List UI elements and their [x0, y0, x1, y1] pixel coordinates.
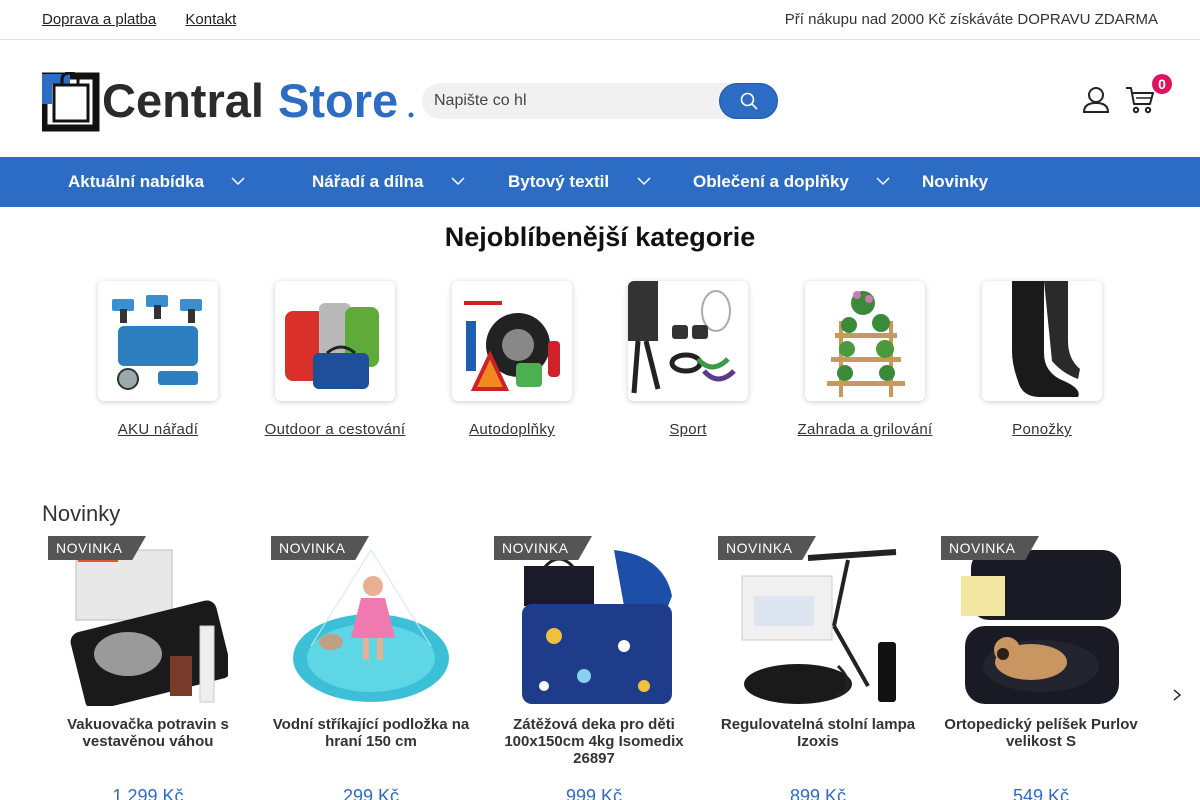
- category-card[interactable]: Autodoplňky: [432, 281, 592, 438]
- cart-icon[interactable]: [1125, 86, 1155, 114]
- product-price: 999 Kč: [565, 786, 623, 800]
- category-label[interactable]: Autodoplňky: [432, 421, 592, 438]
- product-price: 899 Kč: [789, 786, 847, 800]
- nav-item-label: Aktuální nabídka: [68, 172, 205, 191]
- new-badge: NOVINKA: [494, 536, 592, 560]
- desk-lamp-image[interactable]: [738, 546, 898, 706]
- popular-categories-title: Nejoblíbenější kategorie: [444, 222, 756, 252]
- site-logo[interactable]: Central Store: [40, 71, 417, 132]
- nav-item-label: Bytový textil: [508, 172, 610, 191]
- nav-item-current-offer[interactable]: Aktuální nabídka: [68, 157, 204, 207]
- chevron-down-icon[interactable]: [876, 176, 890, 186]
- search-icon: [740, 92, 758, 110]
- chevron-down-icon[interactable]: [637, 176, 651, 186]
- chevron-down-icon[interactable]: [231, 176, 245, 186]
- main-navigation: Aktuální nabídka Nářadí a dílna Bytový t…: [0, 157, 1200, 207]
- search-input[interactable]: [422, 83, 722, 119]
- luggage-icon[interactable]: [275, 281, 395, 401]
- free-shipping-promo: Pří nákupu nad 2000 Kč získáváte DOPRAVU…: [784, 11, 1158, 28]
- chevron-down-icon[interactable]: [451, 176, 465, 186]
- splash-pad-image[interactable]: [291, 546, 451, 706]
- nav-item-clothing[interactable]: Oblečení a doplňky: [693, 157, 849, 207]
- logo-graphic: Central Store: [40, 71, 414, 132]
- shipping-payment-link[interactable]: Doprava a platba: [42, 11, 156, 28]
- nav-item-news[interactable]: Novinky: [922, 157, 988, 207]
- logo-text-store: Store: [278, 74, 398, 127]
- dog-bed-image[interactable]: [961, 546, 1121, 706]
- product-price: 1 299 Kč: [112, 786, 184, 800]
- logo-text-central: Central: [102, 74, 264, 127]
- product-name[interactable]: Vakuovačka potravin s vestavěnou váhou: [42, 716, 254, 750]
- category-card[interactable]: Outdoor a cestování: [255, 281, 415, 438]
- product-name[interactable]: Zátěžová deka pro děti 100x150cm 4kg Iso…: [488, 716, 700, 767]
- category-label[interactable]: Sport: [608, 421, 768, 438]
- category-label[interactable]: Outdoor a cestování: [255, 421, 415, 438]
- category-card[interactable]: AKU nářadí: [78, 281, 238, 438]
- new-badge: NOVINKA: [271, 536, 369, 560]
- plant-shelf-icon[interactable]: [805, 281, 925, 401]
- search-button[interactable]: [719, 83, 778, 119]
- news-section-title: Novinky: [42, 501, 121, 526]
- car-accessories-icon[interactable]: [452, 281, 572, 401]
- nav-item-tools[interactable]: Nářadí a dílna: [312, 157, 423, 207]
- chevron-right-icon[interactable]: [1170, 686, 1184, 704]
- category-card[interactable]: Sport: [608, 281, 768, 438]
- weighted-blanket-image[interactable]: [514, 546, 674, 706]
- contact-link[interactable]: Kontakt: [185, 11, 236, 28]
- category-label[interactable]: Ponožky: [962, 421, 1122, 438]
- category-card[interactable]: Ponožky: [962, 281, 1122, 438]
- category-label[interactable]: Zahrada a grilování: [785, 421, 945, 438]
- product-price: 299 Kč: [342, 786, 400, 800]
- nav-item-label: Oblečení a doplňky: [693, 172, 849, 191]
- nav-item-label: Novinky: [922, 172, 989, 191]
- top-bar: Doprava a platba Kontakt Pří nákupu nad …: [0, 0, 1200, 40]
- new-badge: NOVINKA: [941, 536, 1039, 560]
- fitness-icon[interactable]: [628, 281, 748, 401]
- category-label[interactable]: AKU nářadí: [78, 421, 238, 438]
- product-name[interactable]: Ortopedický pelíšek Purlov velikost S: [935, 716, 1147, 750]
- top-links: Doprava a platba Kontakt: [42, 11, 261, 28]
- product-name[interactable]: Regulovatelná stolní lampa Izoxis: [712, 716, 924, 750]
- user-account-icon[interactable]: [1082, 86, 1110, 114]
- search-bar: [422, 83, 778, 119]
- new-badge: NOVINKA: [48, 536, 146, 560]
- power-tools-icon[interactable]: [98, 281, 218, 401]
- nav-item-home-textile[interactable]: Bytový textil: [508, 157, 609, 207]
- vacuum-sealer-image[interactable]: [68, 546, 232, 711]
- cart-count-badge: 0: [1152, 74, 1172, 94]
- product-name[interactable]: Vodní stříkající podložka na hraní 150 c…: [265, 716, 477, 750]
- product-price: 549 Kč: [1012, 786, 1070, 800]
- nav-item-label: Nářadí a dílna: [312, 172, 424, 191]
- category-card[interactable]: Zahrada a grilování: [785, 281, 945, 438]
- new-badge: NOVINKA: [718, 536, 816, 560]
- socks-icon[interactable]: [982, 281, 1102, 401]
